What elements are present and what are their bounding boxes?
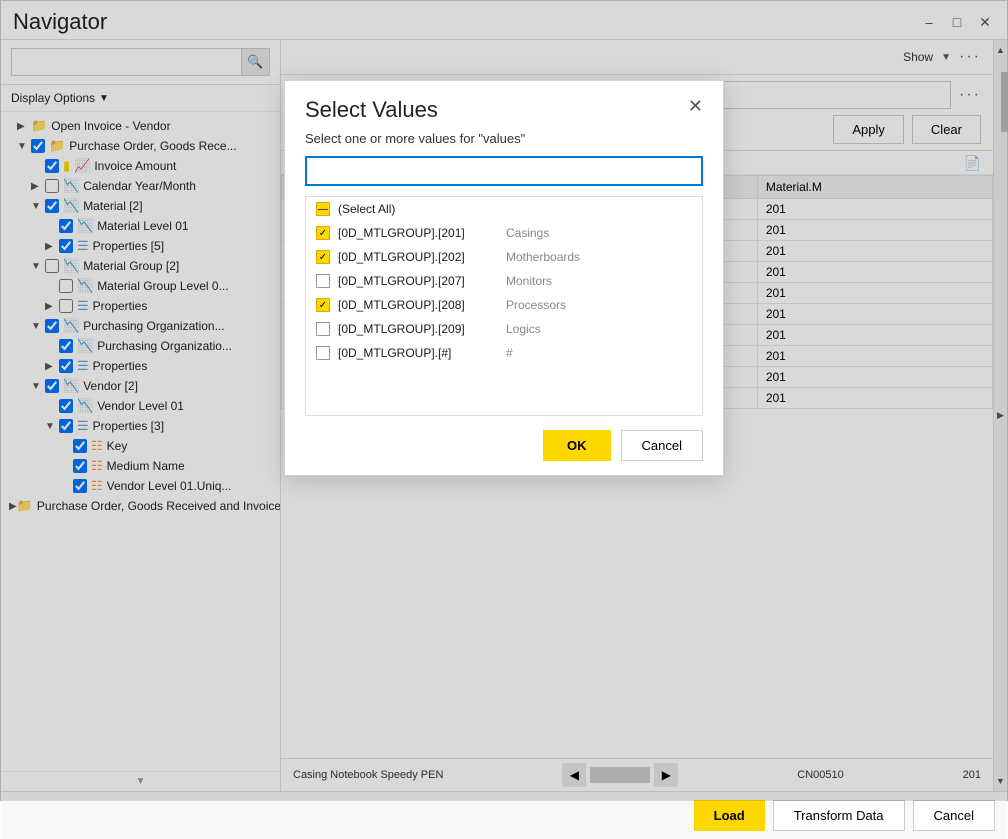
modal-list-item[interactable]: [0D_MTLGROUP].[209] Logics — [306, 317, 702, 341]
load-button[interactable]: Load — [694, 800, 765, 831]
modal-item-checkbox[interactable]: ✓ — [316, 298, 330, 312]
modal-item-key: [0D_MTLGROUP].[209] — [338, 322, 498, 336]
modal-header: Select Values ✕ — [285, 81, 723, 131]
modal-close-button[interactable]: ✕ — [688, 97, 703, 115]
modal-item-key: [0D_MTLGROUP].[#] — [338, 346, 498, 360]
modal-search-input[interactable] — [305, 156, 703, 186]
modal-footer: OK Cancel — [285, 416, 723, 475]
modal-item-key: (Select All) — [338, 202, 498, 216]
modal-subtitle: Select one or more values for "values" — [285, 131, 723, 156]
modal-title: Select Values — [305, 97, 438, 123]
modal-item-value: Casings — [506, 226, 549, 240]
modal-list-item[interactable]: [0D_MTLGROUP].[207] Monitors — [306, 269, 702, 293]
modal-item-checkbox[interactable] — [316, 322, 330, 336]
modal-item-value: Motherboards — [506, 250, 580, 264]
modal-item-key: [0D_MTLGROUP].[201] — [338, 226, 498, 240]
cancel-bottom-button[interactable]: Cancel — [913, 800, 995, 831]
modal-item-checkbox[interactable]: ✓ — [316, 250, 330, 264]
modal-item-checkbox[interactable]: ✓ — [316, 226, 330, 240]
modal-overlay: Select Values ✕ Select one or more value… — [0, 0, 1008, 801]
modal-item-key: [0D_MTLGROUP].[202] — [338, 250, 498, 264]
modal-item-value: Processors — [506, 298, 566, 312]
ok-button[interactable]: OK — [543, 430, 611, 461]
modal-list: — (Select All) ✓ [0D_MTLGROUP].[201] Casings… — [305, 196, 703, 416]
modal-list-item[interactable]: ✓ [0D_MTLGROUP].[208] Processors — [306, 293, 702, 317]
modal-item-value: # — [506, 346, 513, 360]
modal-list-item[interactable]: ✓ [0D_MTLGROUP].[202] Motherboards — [306, 245, 702, 269]
modal-list-item[interactable]: — (Select All) — [306, 197, 702, 221]
modal-item-checkbox[interactable] — [316, 274, 330, 288]
modal-item-key: [0D_MTLGROUP].[207] — [338, 274, 498, 288]
modal-list-item[interactable]: [0D_MTLGROUP].[#] # — [306, 341, 702, 365]
modal-list-item[interactable]: ✓ [0D_MTLGROUP].[201] Casings — [306, 221, 702, 245]
modal-item-checkbox[interactable]: — — [316, 202, 330, 216]
modal-item-value: Monitors — [506, 274, 552, 288]
transform-data-button[interactable]: Transform Data — [773, 800, 905, 831]
modal-item-key: [0D_MTLGROUP].[208] — [338, 298, 498, 312]
cancel-modal-button[interactable]: Cancel — [621, 430, 703, 461]
select-values-modal: Select Values ✕ Select one or more value… — [284, 80, 724, 476]
modal-item-checkbox[interactable] — [316, 346, 330, 360]
modal-item-value: Logics — [506, 322, 541, 336]
